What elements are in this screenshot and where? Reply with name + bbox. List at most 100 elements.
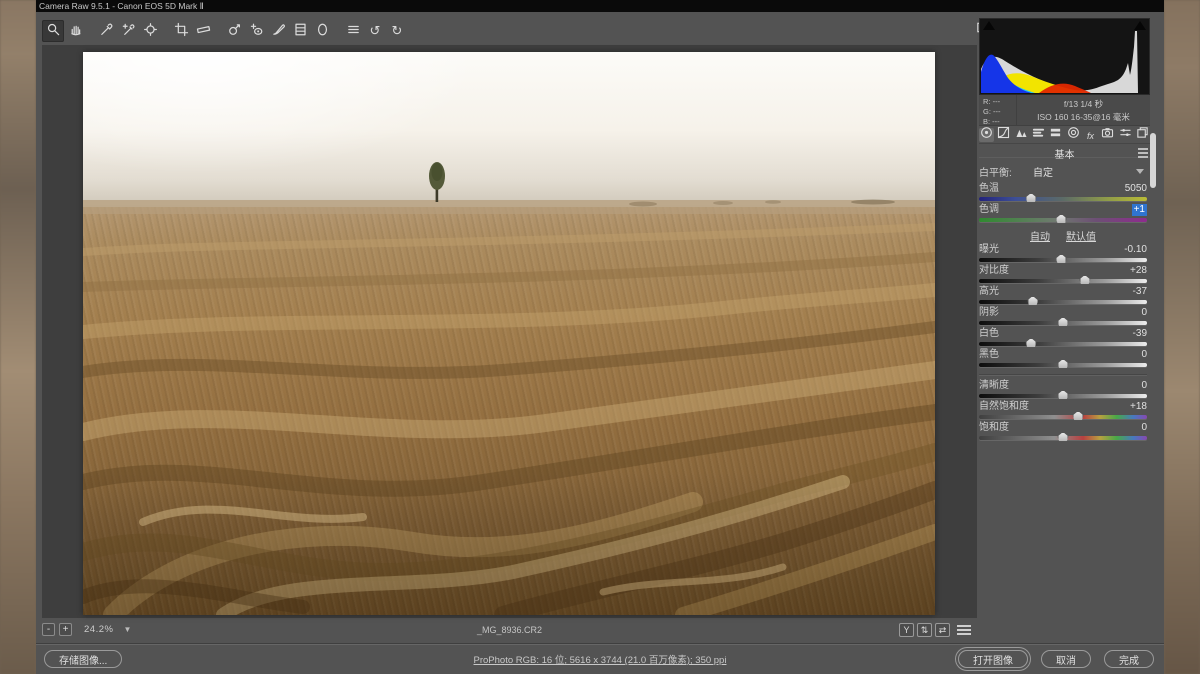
saturation-slider[interactable] — [979, 432, 1147, 442]
preview-status-bar: - + 24.2% ▼ _MG_8936.CR2 Y ⇅ ⇄ — [42, 618, 977, 641]
color-sampler-tool[interactable] — [117, 20, 139, 42]
basic-controls: 白平衡: 自定 色温 5050 色调 +1 自动 默认值 曝光 -0.10 对比度 +28 高… — [979, 162, 1147, 443]
shadows-slider[interactable] — [979, 317, 1147, 327]
tab-split-toning[interactable] — [1048, 128, 1063, 142]
slider-row-vibrance: 自然饱和度 +18 — [979, 401, 1147, 422]
preferences-button[interactable] — [342, 20, 364, 42]
contrast-value[interactable]: +28 — [1130, 265, 1147, 277]
title-bar: Camera Raw 9.5.1 - Canon EOS 5D Mark Ⅱ — [36, 0, 1164, 12]
rotate-right-button[interactable]: ↻ — [386, 20, 408, 42]
shadows-value[interactable]: 0 — [1141, 307, 1147, 319]
preview-toggle-button[interactable]: Y — [899, 622, 914, 637]
contrast-label: 对比度 — [979, 265, 1009, 276]
before-after-swap-button[interactable]: ⇅ — [917, 622, 932, 637]
spot-removal-tool[interactable] — [223, 20, 245, 42]
copy-settings-button[interactable]: ⇄ — [935, 622, 950, 637]
target-icon — [143, 22, 158, 40]
targeted-adjustment-tool[interactable] — [139, 20, 161, 42]
chevron-down-icon — [1136, 168, 1144, 174]
blacks-slider[interactable] — [979, 359, 1147, 369]
photo-preview[interactable] — [83, 52, 935, 615]
workflow-options-link[interactable]: ProPhoto RGB: 16 位; 5616 x 3744 (21.0 百万… — [474, 655, 727, 666]
tab-camera-calibration[interactable] — [1100, 127, 1115, 142]
tab-presets[interactable] — [1118, 128, 1133, 142]
preview-settings-menu-icon[interactable] — [957, 624, 971, 635]
tint-slider[interactable] — [979, 214, 1147, 224]
clarity-label: 清晰度 — [979, 380, 1009, 391]
default-link[interactable]: 默认值 — [1066, 228, 1096, 243]
straighten-tool[interactable] — [192, 20, 214, 42]
graduated-filter-tool[interactable] — [289, 20, 311, 42]
slider-row-contrast: 对比度 +28 — [979, 265, 1147, 286]
highlights-slider[interactable] — [979, 296, 1147, 306]
clarity-slider[interactable] — [979, 390, 1147, 400]
tab-effects[interactable]: fx — [1083, 128, 1098, 142]
filename-label: _MG_8936.CR2 — [476, 624, 543, 635]
vibrance-value[interactable]: +18 — [1130, 401, 1147, 413]
magnifier-icon — [46, 22, 61, 40]
temperature-label: 色温 — [979, 183, 999, 194]
zoom-in-button[interactable]: + — [59, 623, 72, 636]
window-title: Camera Raw 9.5.1 - Canon EOS 5D Mark Ⅱ — [39, 1, 204, 11]
contrast-slider[interactable] — [979, 275, 1147, 285]
adjustments-panel: R: --- G: --- B: --- f/13 1/4 秒 ISO 160 … — [975, 12, 1157, 674]
tab-detail[interactable] — [1014, 128, 1029, 142]
zoom-tool[interactable] — [42, 20, 64, 42]
rgb-g-value: G: --- — [983, 107, 1001, 116]
hsl-icon — [1032, 126, 1045, 144]
adjustment-brush-tool[interactable] — [267, 20, 289, 42]
white-balance-label: 白平衡: — [979, 167, 1012, 179]
temperature-slider[interactable] — [979, 193, 1147, 203]
done-button[interactable]: 完成 — [1104, 650, 1154, 668]
whites-value[interactable]: -39 — [1133, 328, 1147, 340]
eyedropper-icon — [99, 22, 114, 40]
highlights-label: 高光 — [979, 286, 999, 297]
scrollbar-thumb[interactable] — [1150, 133, 1156, 188]
tab-hsl-grayscale[interactable] — [1031, 128, 1046, 142]
crop-tool[interactable] — [170, 20, 192, 42]
straighten-icon — [196, 22, 211, 40]
saturation-value[interactable]: 0 — [1141, 422, 1147, 434]
camera-raw-window: Camera Raw 9.5.1 - Canon EOS 5D Mark Ⅱ ↺… — [0, 0, 1200, 674]
hand-icon — [68, 22, 83, 40]
cancel-button[interactable]: 取消 — [1041, 650, 1091, 668]
auto-link[interactable]: 自动 — [1030, 228, 1050, 243]
background-edge-left — [0, 0, 36, 674]
exposure-slider[interactable] — [979, 254, 1147, 264]
rotate-left-button[interactable]: ↺ — [364, 20, 386, 42]
slider-row-tint: 色调 +1 — [979, 204, 1147, 225]
save-image-button[interactable]: 存储图像... — [44, 650, 123, 668]
rotate-left-icon: ↺ — [369, 23, 381, 38]
presets-icon — [1119, 126, 1132, 144]
tab-snapshots[interactable] — [1135, 126, 1150, 142]
temperature-value[interactable]: 5050 — [1125, 183, 1147, 195]
exposure-value[interactable]: -0.10 — [1124, 244, 1147, 256]
white-balance-select[interactable]: 自定 — [1023, 164, 1147, 179]
highlights-value[interactable]: -37 — [1133, 286, 1147, 298]
whites-slider[interactable] — [979, 338, 1147, 348]
open-image-button[interactable]: 打开图像 — [958, 650, 1028, 668]
graduated-filter-icon — [293, 22, 308, 40]
tint-label: 色调 — [979, 204, 999, 215]
tab-tone-curve[interactable] — [996, 126, 1011, 142]
clarity-value[interactable]: 0 — [1141, 380, 1147, 392]
bottom-bar: 存储图像... ProPhoto RGB: 16 位; 5616 x 3744 … — [36, 643, 1164, 674]
zoom-level-value[interactable]: 24.2% — [84, 624, 113, 635]
tab-basic[interactable] — [979, 126, 994, 142]
blacks-value[interactable]: 0 — [1141, 349, 1147, 361]
white-balance-tool[interactable] — [95, 20, 117, 42]
red-eye-icon — [249, 22, 264, 40]
tint-value[interactable]: +1 — [1131, 204, 1147, 216]
panel-menu-icon[interactable] — [1138, 148, 1148, 158]
tab-lens-corrections[interactable] — [1066, 126, 1081, 142]
blacks-label: 黑色 — [979, 349, 999, 360]
panel-scrollbar[interactable] — [1150, 128, 1157, 628]
exif-exposure-line: f/13 1/4 秒 — [1063, 99, 1104, 109]
hand-tool[interactable] — [64, 20, 86, 42]
slider-row-exposure: 曝光 -0.10 — [979, 244, 1147, 265]
vibrance-slider[interactable] — [979, 411, 1147, 421]
zoom-out-button[interactable]: - — [42, 623, 55, 636]
radial-filter-tool[interactable] — [311, 20, 333, 42]
zoom-level-chevron-icon[interactable]: ▼ — [123, 625, 131, 634]
red-eye-tool[interactable] — [245, 20, 267, 42]
